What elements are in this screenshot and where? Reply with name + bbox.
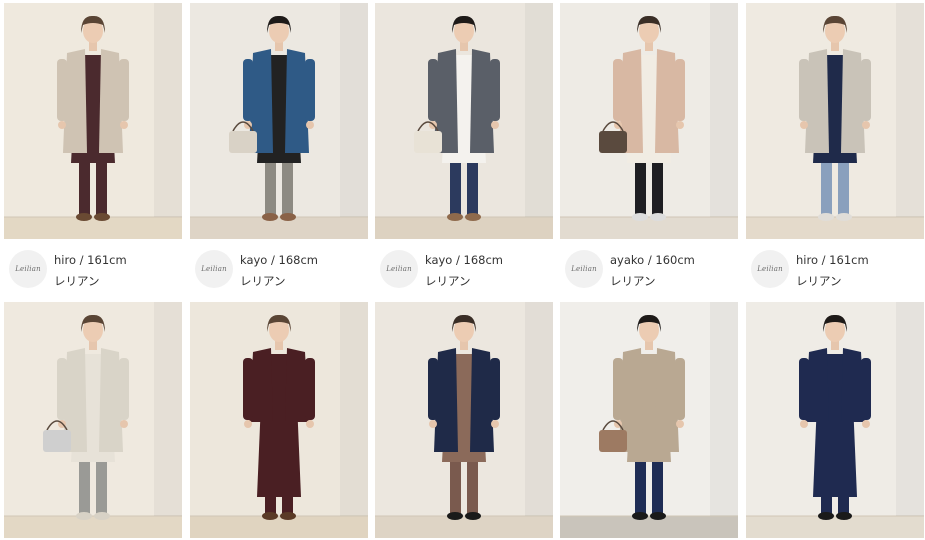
shop-logo-text: Leilian — [201, 265, 227, 273]
outfit-photo[interactable] — [190, 302, 368, 538]
staff-name-height[interactable]: kayo / 168cm — [240, 253, 318, 267]
shop-logo-avatar[interactable]: Leilian — [9, 250, 47, 288]
outfit-photo[interactable] — [190, 3, 368, 239]
shop-logo-avatar[interactable]: Leilian — [751, 250, 789, 288]
shop-logo-text: Leilian — [386, 265, 412, 273]
shop-name[interactable]: レリアン — [240, 273, 286, 289]
outfit-photo[interactable] — [746, 3, 924, 239]
shop-name[interactable]: レリアン — [796, 273, 842, 289]
staff-info: Leilian hiro / 161cm レリアン — [746, 247, 924, 291]
shop-logo-avatar[interactable]: Leilian — [565, 250, 603, 288]
shop-name[interactable]: レリアン — [425, 273, 471, 289]
staff-name-height[interactable]: hiro / 161cm — [54, 253, 127, 267]
staff-name-height[interactable]: ayako / 160cm — [610, 253, 695, 267]
staff-info: Leilian kayo / 168cm レリアン — [375, 247, 553, 291]
staff-info: Leilian ayako / 160cm レリアン — [560, 247, 738, 291]
outfit-photo[interactable] — [560, 3, 738, 239]
outfit-photo[interactable] — [4, 302, 182, 538]
staff-name-height[interactable]: kayo / 168cm — [425, 253, 503, 267]
staff-info: Leilian kayo / 168cm レリアン — [190, 247, 368, 291]
staff-name-height[interactable]: hiro / 161cm — [796, 253, 869, 267]
shop-logo-avatar[interactable]: Leilian — [195, 250, 233, 288]
shop-name[interactable]: レリアン — [610, 273, 656, 289]
outfit-photo[interactable] — [746, 302, 924, 538]
shop-name[interactable]: レリアン — [54, 273, 100, 289]
outfit-photo[interactable] — [560, 302, 738, 538]
shop-logo-text: Leilian — [571, 265, 597, 273]
outfit-photo[interactable] — [375, 302, 553, 538]
shop-logo-avatar[interactable]: Leilian — [380, 250, 418, 288]
staff-info: Leilian hiro / 161cm レリアン — [4, 247, 182, 291]
shop-logo-text: Leilian — [15, 265, 41, 273]
outfit-photo[interactable] — [375, 3, 553, 239]
shop-logo-text: Leilian — [757, 265, 783, 273]
outfit-photo[interactable] — [4, 3, 182, 239]
